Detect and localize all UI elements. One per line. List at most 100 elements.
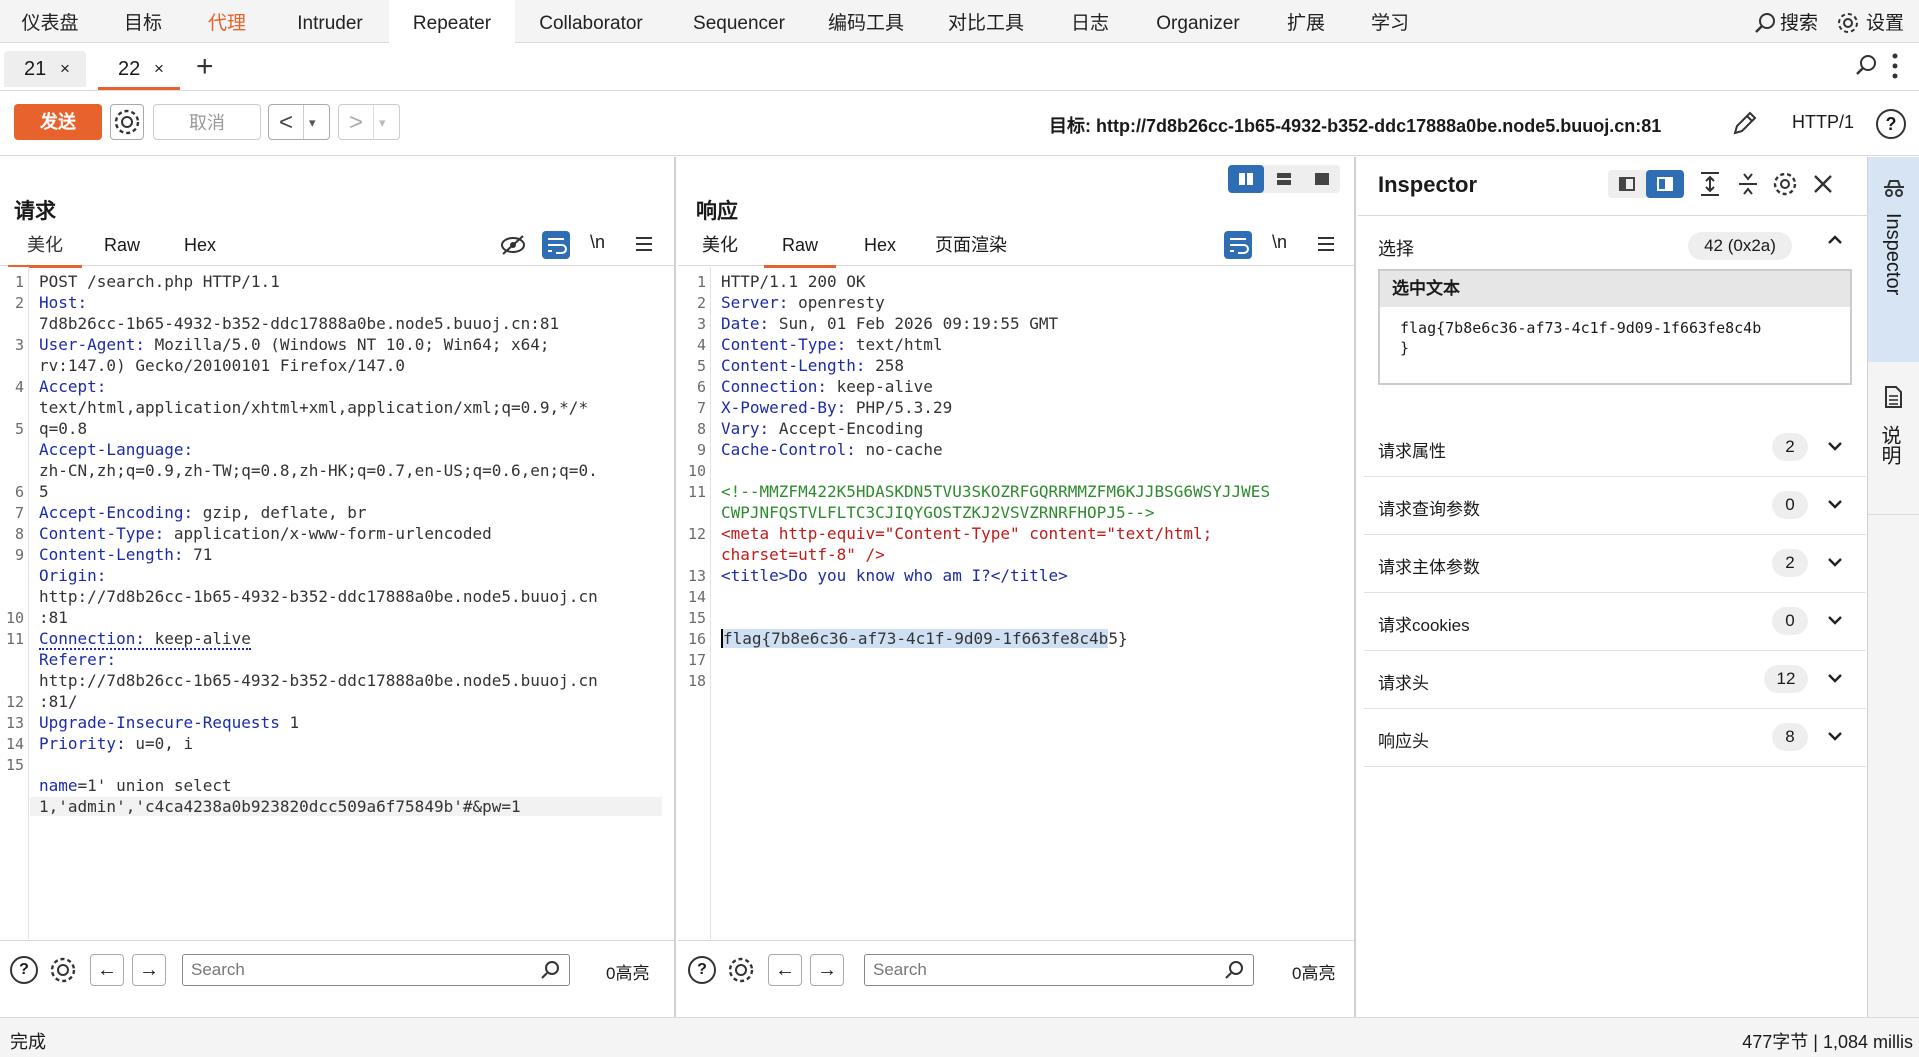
gear-icon[interactable] <box>1836 11 1860 35</box>
gear-icon[interactable] <box>726 955 756 985</box>
help-icon[interactable]: ? <box>688 956 716 984</box>
tab-raw[interactable]: Raw <box>764 231 836 268</box>
menu-icon[interactable] <box>1316 235 1336 253</box>
menu-organizer[interactable]: Organizer <box>1144 0 1252 43</box>
section-body-params[interactable]: 请求主体参数 2 <box>1364 535 1866 593</box>
menu-sequencer[interactable]: Sequencer <box>684 0 794 43</box>
section-cookies[interactable]: 请求cookies 0 <box>1364 593 1866 651</box>
hide-nonprintable-icon[interactable] <box>500 233 526 257</box>
history-back-button[interactable]: < ▾ <box>268 104 330 140</box>
gear-icon[interactable] <box>1772 171 1798 197</box>
menu-decoder[interactable]: 编码工具 <box>818 0 914 43</box>
wrap-lines-icon[interactable] <box>542 231 570 259</box>
menu-proxy[interactable]: 代理 <box>188 0 266 43</box>
meta-tag: charset=utf-8" /> <box>721 545 885 564</box>
section-query-params[interactable]: 请求查询参数 0 <box>1364 477 1866 535</box>
search-icon[interactable] <box>1754 12 1776 34</box>
layout-side-by-side-icon[interactable] <box>1228 165 1264 193</box>
edit-pencil-icon[interactable] <box>1730 108 1760 138</box>
next-match-button[interactable]: → <box>132 954 166 986</box>
section-label: 请求查询参数 <box>1378 500 1480 519</box>
section-response-headers[interactable]: 响应头 8 <box>1364 709 1866 767</box>
chevron-down-icon[interactable] <box>1826 669 1844 687</box>
line-number-gutter: 1 2 3 4 5 6 7 8 9 10 11 12 13 14 15 16 1… <box>678 267 711 939</box>
section-count: 2 <box>1772 549 1808 577</box>
history-forward-button[interactable]: > ▾ <box>338 104 400 140</box>
chevron-up-icon[interactable] <box>1826 231 1844 249</box>
forward-arrow-icon: > <box>349 109 364 136</box>
request-line: Referer: <box>39 650 117 669</box>
layout-left-icon[interactable] <box>1608 170 1646 198</box>
chevron-down-icon[interactable]: ▾ <box>379 105 386 141</box>
menu-collaborator[interactable]: Collaborator <box>524 0 658 43</box>
search-tabs-icon[interactable] <box>1854 53 1878 77</box>
send-button[interactable]: 发送 <box>14 104 102 140</box>
search-icon[interactable] <box>1224 960 1244 980</box>
chevron-down-icon[interactable] <box>1826 495 1844 513</box>
expand-all-icon[interactable] <box>1698 171 1722 197</box>
tab-hex[interactable]: Hex <box>848 231 912 265</box>
gear-icon[interactable] <box>48 955 78 985</box>
response-editor[interactable]: HTTP/1.1 200 OK Server: openresty Date: … <box>712 267 1342 939</box>
show-newlines-icon[interactable]: \n <box>1272 232 1287 253</box>
menu-intruder[interactable]: Intruder <box>280 0 380 43</box>
next-match-button[interactable]: → <box>810 954 844 986</box>
section-request-headers[interactable]: 请求头 12 <box>1364 651 1866 709</box>
previous-match-button[interactable]: ← <box>768 954 802 986</box>
help-icon[interactable]: ? <box>1876 109 1906 139</box>
layout-stacked-icon[interactable] <box>1266 165 1302 193</box>
help-icon[interactable]: ? <box>10 956 38 984</box>
target-display[interactable]: 目标: http://7d8b26cc-1b65-4932-b352-ddc17… <box>1049 112 1661 138</box>
send-settings-button[interactable] <box>110 104 144 140</box>
menu-logger[interactable]: 日志 <box>1060 0 1120 43</box>
side-tab-notes[interactable]: 说明 <box>1868 367 1919 515</box>
header-value: text/html,application/xhtml+xml,applicat… <box>39 398 589 417</box>
layout-toggle <box>1228 165 1340 193</box>
close-icon[interactable] <box>1812 173 1834 195</box>
request-editor[interactable]: POST /search.php HTTP/1.1 Host: 7d8b26cc… <box>30 267 662 939</box>
menu-settings[interactable]: 设置 <box>1866 0 1904 43</box>
header-name: X-Powered-By <box>721 398 837 417</box>
layout-tabs-icon[interactable] <box>1304 165 1340 193</box>
menu-extensions[interactable]: 扩展 <box>1276 0 1336 43</box>
tab-render[interactable]: 页面渲染 <box>928 231 1014 265</box>
more-vertical-icon[interactable] <box>1892 53 1898 79</box>
menu-repeater[interactable]: Repeater <box>389 0 515 46</box>
repeater-tab-22[interactable]: 22 × <box>98 51 180 90</box>
menu-dashboard[interactable]: 仪表盘 <box>8 0 92 43</box>
response-view-tabs: 美化 Raw Hex 页面渲染 \n <box>678 231 1354 268</box>
request-search-input[interactable]: Search <box>182 954 570 986</box>
chevron-down-icon[interactable] <box>1826 611 1844 629</box>
side-tab-inspector[interactable]: Inspector <box>1868 157 1919 362</box>
cancel-button[interactable]: 取消 <box>153 104 261 140</box>
chevron-down-icon[interactable] <box>1826 727 1844 745</box>
search-icon[interactable] <box>540 960 560 980</box>
repeater-tab-21[interactable]: 21 × <box>4 51 86 87</box>
previous-match-button[interactable]: ← <box>90 954 124 986</box>
section-request-attributes[interactable]: 请求属性 2 <box>1364 419 1866 477</box>
tab-pretty[interactable]: 美化 <box>8 231 82 268</box>
chevron-down-icon[interactable] <box>1826 553 1844 571</box>
chevron-down-icon[interactable]: ▾ <box>309 105 316 141</box>
header-value: 258 <box>875 356 905 375</box>
menu-search[interactable]: 搜索 <box>1780 0 1818 43</box>
close-icon[interactable]: × <box>154 51 164 87</box>
show-newlines-icon[interactable]: \n <box>590 232 605 253</box>
line-number: 2 <box>696 294 706 312</box>
chevron-down-icon[interactable] <box>1826 437 1844 455</box>
menu-target[interactable]: 目标 <box>106 0 180 43</box>
tab-pretty[interactable]: 美化 <box>688 231 752 265</box>
add-tab-icon[interactable]: + <box>196 49 214 85</box>
layout-right-icon[interactable] <box>1646 170 1684 198</box>
http-version-toggle[interactable]: HTTP/1 <box>1792 112 1854 133</box>
wrap-lines-icon[interactable] <box>1224 231 1252 259</box>
line-number: 9 <box>696 441 706 459</box>
response-search-input[interactable]: Search <box>864 954 1254 986</box>
collapse-all-icon[interactable] <box>1736 171 1760 197</box>
menu-comparer[interactable]: 对比工具 <box>938 0 1034 43</box>
close-icon[interactable]: × <box>60 51 70 87</box>
tab-raw[interactable]: Raw <box>90 231 154 265</box>
tab-hex[interactable]: Hex <box>168 231 232 265</box>
menu-learn[interactable]: 学习 <box>1360 0 1420 43</box>
menu-icon[interactable] <box>634 235 654 253</box>
